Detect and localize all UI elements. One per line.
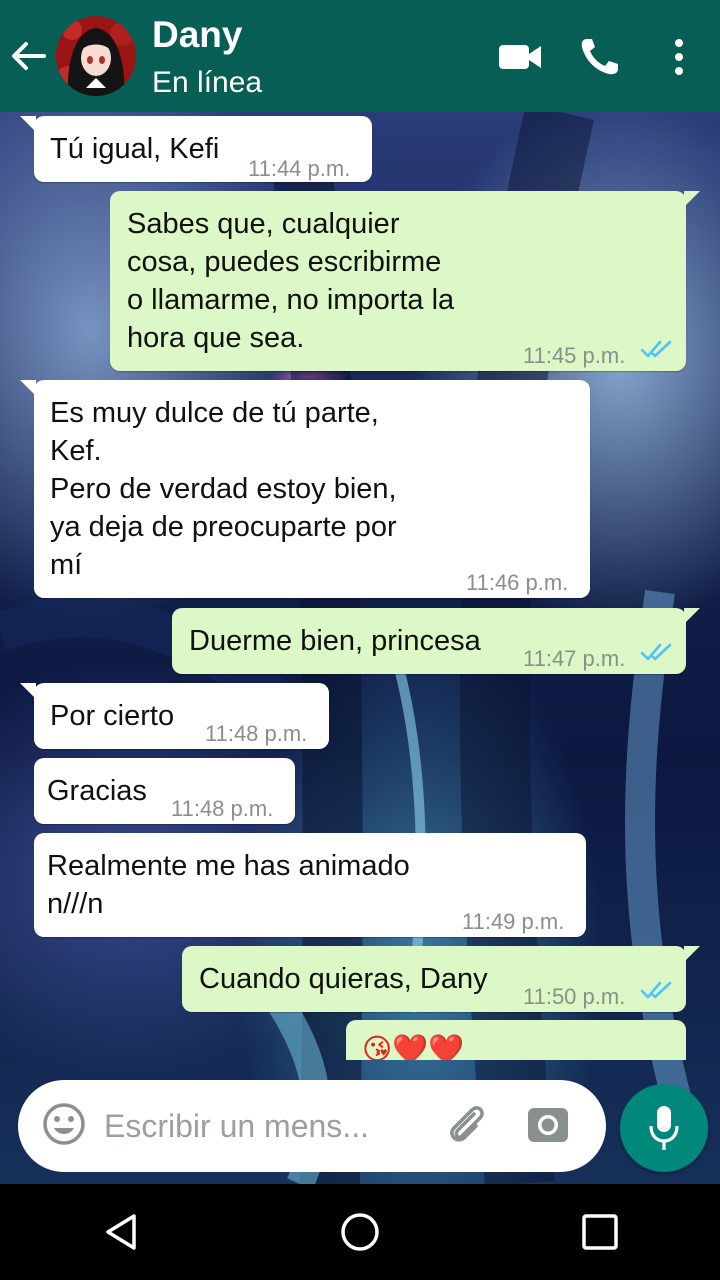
nav-back-icon[interactable] xyxy=(100,1210,144,1254)
read-receipt-icon xyxy=(640,643,672,661)
chat-header: Dany En línea xyxy=(0,0,720,112)
message-text: Sabes que, cualquier cosa, puedes escrib… xyxy=(127,208,455,354)
message-text: Duerme bien, princesa xyxy=(189,625,481,657)
message-input[interactable]: Escribir un mens... xyxy=(104,1108,369,1145)
message-time: 11:47 p.m. xyxy=(523,646,626,671)
message-time: 11:48 p.m. xyxy=(171,796,274,821)
contact-avatar[interactable] xyxy=(56,16,136,96)
message-text: Cuando quieras, Dany xyxy=(199,963,488,995)
microphone-icon xyxy=(649,1106,679,1150)
incoming-message[interactable]: Es muy dulce de tú parte, Kef. Pero de v… xyxy=(20,380,590,598)
message-time: 11:46 p.m. xyxy=(466,570,569,595)
contact-name[interactable]: Dany xyxy=(152,14,242,56)
incoming-message[interactable]: Gracias 11:48 p.m. xyxy=(34,758,295,824)
message-time: 11:45 p.m. xyxy=(523,343,626,368)
chat-wallpaper: Tú igual, Kefi 11:44 p.m. Sabes que, cua… xyxy=(0,112,720,1184)
incoming-message[interactable]: Realmente me has animado n///n 11:49 p.m… xyxy=(34,833,586,937)
outgoing-message[interactable]: 😘❤️❤️ xyxy=(346,1020,686,1060)
message-time: 11:49 p.m. xyxy=(462,909,565,934)
message-composer[interactable]: Escribir un mens... xyxy=(18,1080,606,1172)
more-options-icon[interactable] xyxy=(664,36,694,78)
back-arrow-icon[interactable] xyxy=(8,36,48,76)
outgoing-message[interactable]: Sabes que, cualquier cosa, puedes escrib… xyxy=(110,191,700,371)
read-receipt-icon xyxy=(640,340,672,358)
phone-call-icon[interactable] xyxy=(578,36,622,78)
nav-home-icon[interactable] xyxy=(338,1210,382,1254)
message-text: Tú igual, Kefi xyxy=(50,133,220,165)
message-text: Es muy dulce de tú parte, Kef. Pero de v… xyxy=(50,397,397,581)
outgoing-message[interactable]: Duerme bien, princesa 11:47 p.m. xyxy=(172,608,700,674)
message-time: 11:48 p.m. xyxy=(205,721,308,746)
message-emoji: 😘❤️❤️ xyxy=(362,1032,465,1060)
attach-icon[interactable] xyxy=(444,1102,490,1148)
contact-status: En línea xyxy=(152,66,263,99)
emoji-icon[interactable] xyxy=(42,1102,86,1146)
message-clip: 😘❤️❤️ xyxy=(0,1012,720,1060)
outgoing-message[interactable]: Cuando quieras, Dany 11:50 p.m. xyxy=(182,946,700,1012)
video-call-icon[interactable] xyxy=(496,36,544,78)
message-time: 11:44 p.m. xyxy=(248,156,351,181)
message-text: Realmente me has animado n///n xyxy=(47,850,410,920)
incoming-message[interactable]: Tú igual, Kefi 11:44 p.m. xyxy=(20,116,372,182)
voice-message-button[interactable] xyxy=(620,1084,708,1172)
message-text: Por cierto xyxy=(50,700,175,732)
camera-icon[interactable] xyxy=(526,1104,570,1144)
system-navigation-bar xyxy=(0,1184,720,1280)
nav-recents-icon[interactable] xyxy=(580,1212,620,1252)
message-text: Gracias xyxy=(47,775,147,807)
read-receipt-icon xyxy=(640,981,672,999)
message-time: 11:50 p.m. xyxy=(523,984,626,1009)
incoming-message[interactable]: Por cierto 11:48 p.m. xyxy=(20,683,329,749)
